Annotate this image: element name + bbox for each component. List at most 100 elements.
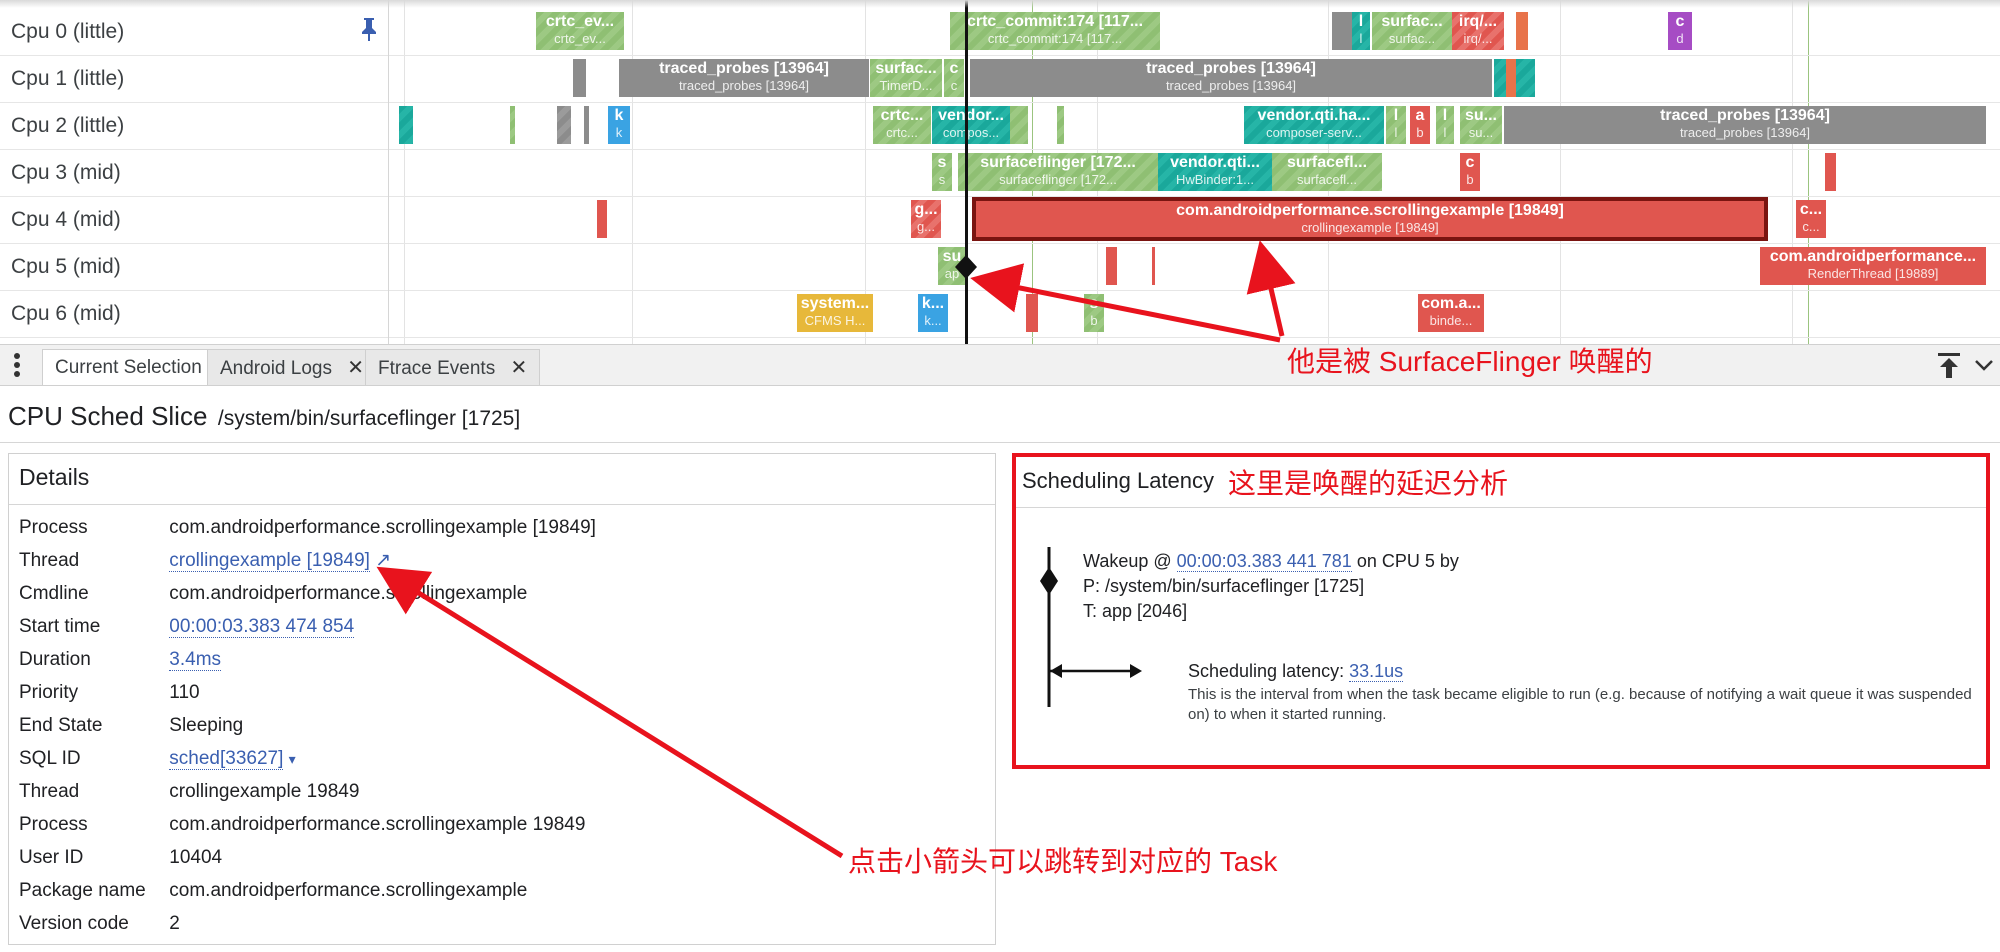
slice-title: vendor.qti.ha... <box>1257 107 1371 124</box>
sched-slice[interactable] <box>1010 106 1028 144</box>
tab-current-selection[interactable]: Current Selection <box>42 349 215 385</box>
details-key: Cmdline <box>19 583 89 604</box>
sched-slice[interactable] <box>1506 59 1516 97</box>
sched-slice[interactable]: vendor... compos... <box>932 106 1010 144</box>
sched-slice[interactable] <box>584 106 589 144</box>
sched-slice[interactable]: surfac... TimerD... <box>870 59 942 97</box>
sched-slice[interactable]: com.a... binde... <box>1418 294 1484 332</box>
tab-ftrace-events[interactable]: Ftrace Events ✕ <box>365 349 541 385</box>
start-time-link[interactable]: 00:00:03.383 474 854 <box>169 616 355 638</box>
sched-slice[interactable]: su... su... <box>1460 106 1502 144</box>
sched-slice[interactable]: crtc... crtc... <box>873 106 931 144</box>
close-icon[interactable]: ✕ <box>511 357 528 379</box>
slice-subtitle: k... <box>924 313 942 328</box>
selected-sched-slice[interactable]: com.androidperformance.scrollingexample … <box>972 197 1768 241</box>
annotation-woken-by: 他是被 SurfaceFlinger 唤醒的 <box>1287 346 1653 377</box>
details-row-user-id: User ID 10404 <box>19 841 222 874</box>
sched-slice[interactable]: traced_probes [13964] traced_probes [139… <box>619 59 869 97</box>
sched-slice[interactable]: s s <box>932 153 952 191</box>
close-icon[interactable]: ✕ <box>347 357 364 379</box>
sched-slice[interactable] <box>573 59 586 97</box>
slice-subtitle: c... <box>1802 219 1820 234</box>
sched-slice[interactable]: surfaceflinger [172... surfaceflinger [1… <box>958 153 1158 191</box>
sched-slice[interactable] <box>597 200 607 238</box>
details-key: Process <box>19 814 88 835</box>
sched-slice[interactable] <box>557 106 571 144</box>
sched-slice[interactable]: c c <box>944 59 964 97</box>
tab-android-logs[interactable]: Android Logs ✕ <box>207 349 378 385</box>
sched-slice[interactable]: vendor.qti... HwBinder:1... <box>1158 153 1272 191</box>
sched-slice[interactable] <box>1494 59 1506 97</box>
sched-slice[interactable]: l l <box>1436 106 1454 144</box>
sched-slice[interactable]: l l <box>1386 106 1406 144</box>
cpu-timeline[interactable]: Cpu 0 (little) Cpu 1 (little) Cpu 2 (lit… <box>0 0 2000 344</box>
pin-icon[interactable] <box>358 16 380 42</box>
slice-title: s <box>937 154 947 171</box>
sched-slice[interactable] <box>1332 12 1352 50</box>
slice-header: CPU Sched Slice /system/bin/surfacefling… <box>8 398 520 434</box>
wakeup-diamond-icon <box>955 255 977 279</box>
slice-subtitle: surfacefl... <box>1297 172 1357 187</box>
more-vert-icon[interactable] <box>8 351 26 379</box>
sched-slice[interactable]: vendor.qti.ha... composer-serv... <box>1244 106 1384 144</box>
thread-link[interactable]: crollingexample [19849] <box>169 550 370 572</box>
details-row-thread: Thread crollingexample [19849] ↗ <box>19 544 391 577</box>
sched-slice[interactable]: crtc_commit:174 [117... crtc_commit:174 … <box>950 12 1160 50</box>
sched-slice[interactable]: com.androidperformance... RenderThread [… <box>1760 247 1986 285</box>
slice-title: c <box>1465 154 1475 171</box>
latency-title: Scheduling Latency <box>1022 468 1215 493</box>
details-row-package-name: Package name com.androidperformance.scro… <box>19 874 527 907</box>
sched-slice[interactable]: system... CFMS H... <box>797 294 873 332</box>
slice-subtitle: TimerD... <box>879 78 933 93</box>
sched-slice[interactable]: g... g... <box>911 200 941 238</box>
sched-slice[interactable] <box>1106 247 1117 285</box>
sched-slice[interactable]: surfacefl... surfacefl... <box>1272 153 1382 191</box>
slice-subtitle: s <box>938 172 946 187</box>
wakeup-time-link[interactable]: 00:00:03.383 441 781 <box>1176 551 1352 572</box>
sched-slice[interactable]: c b <box>1460 153 1480 191</box>
divider <box>0 442 2000 443</box>
sched-slice[interactable]: crtc_ev... crtc_ev... <box>536 12 624 50</box>
sched-slice[interactable]: c... c... <box>1796 200 1826 238</box>
sched-slice[interactable] <box>1057 106 1064 144</box>
sched-slice[interactable] <box>1516 59 1535 97</box>
dropdown-arrow-icon[interactable]: ▾ <box>289 751 296 767</box>
sched-slice[interactable]: irq/... irq/... <box>1452 12 1504 50</box>
slice-title: surfac... <box>875 60 937 77</box>
slice-subtitle: CFMS H... <box>804 313 866 328</box>
sched-slice[interactable]: k k <box>608 106 630 144</box>
sched-slice[interactable]: l l <box>1352 12 1370 50</box>
sched-slice[interactable]: a b <box>1410 106 1430 144</box>
open-in-new-icon[interactable]: ↗ <box>375 550 391 571</box>
slice-subtitle: traced_probes [13964] <box>1165 78 1297 93</box>
duration-link[interactable]: 3.4ms <box>169 649 222 671</box>
sched-slice[interactable]: traced_probes [13964] traced_probes [139… <box>970 59 1492 97</box>
sched-slice[interactable] <box>399 106 413 144</box>
sched-slice[interactable]: k... k... <box>918 294 948 332</box>
chevron-down-icon[interactable] <box>1974 353 1994 377</box>
sched-slice[interactable] <box>1516 12 1528 50</box>
maximize-panel-icon[interactable] <box>1936 351 1962 379</box>
sched-slice[interactable]: traced_probes [13964] traced_probes [139… <box>1504 106 1986 144</box>
details-row-process-2: Process com.androidperformance.scrolling… <box>19 808 585 841</box>
wakeup-prefix: Wakeup @ <box>1083 551 1177 571</box>
sched-slice[interactable] <box>510 106 515 144</box>
sched-slice[interactable]: c d <box>1668 12 1692 50</box>
slice-title: surfac... <box>1381 13 1443 30</box>
slice-subtitle: k <box>615 125 623 140</box>
sql-id-dropdown[interactable]: sched[33627] <box>169 748 284 770</box>
slice-subtitle: c <box>950 78 958 93</box>
sched-slice[interactable] <box>1152 247 1155 285</box>
slice-title: crtc_ev... <box>545 13 615 30</box>
latency-note: This is the interval from when the task … <box>1188 685 1988 725</box>
latency-value-link[interactable]: 33.1us <box>1349 661 1404 682</box>
sched-slice[interactable]: surfac... surfac... <box>1372 12 1452 50</box>
tab-label: Ftrace Events <box>378 358 496 379</box>
sched-slice[interactable]: s b <box>1084 294 1104 332</box>
details-key: Thread <box>19 781 80 802</box>
sched-slice[interactable] <box>1026 294 1038 332</box>
details-key: Process <box>19 517 88 538</box>
sched-slice[interactable] <box>1825 153 1836 191</box>
slice-subtitle: irq/... <box>1463 31 1493 46</box>
slice-title: com.androidperformance... <box>1769 248 1977 265</box>
